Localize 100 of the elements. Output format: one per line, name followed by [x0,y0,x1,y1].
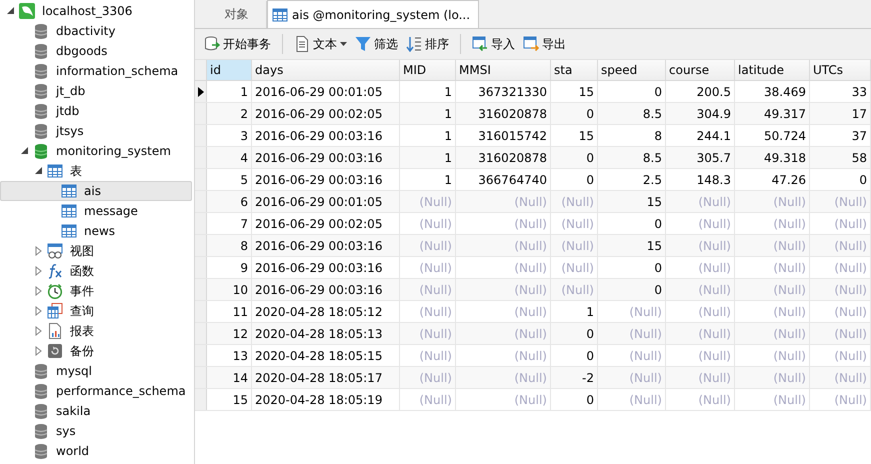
table-cell: 1 [400,125,456,146]
tree-item[interactable]: dbactivity [56,24,116,38]
table-cell: (Null) [810,301,871,322]
table-cell: (Null) [456,191,551,212]
table-cell: (Null) [810,257,871,278]
table-cell: 14 [207,367,252,388]
row-marker[interactable] [195,81,207,102]
table-cell: (Null) [456,389,551,410]
row-marker[interactable] [195,169,207,190]
row-marker[interactable] [195,257,207,278]
table-cell: (Null) [456,301,551,322]
table-cell: (Null) [551,213,598,234]
table-cell: (Null) [598,301,666,322]
table-cell: (Null) [666,257,735,278]
table-cell: 2.5 [598,169,666,190]
row-marker[interactable] [195,389,207,410]
import-button[interactable]: 导入 [469,34,518,54]
column-header[interactable]: id [207,60,252,80]
filter-icon [355,36,371,52]
tree-item[interactable]: dbgoods [56,44,108,58]
collapse-arrow-icon[interactable] [6,6,14,16]
export-button[interactable]: 导出 [520,34,569,54]
text-button[interactable]: 文本 [291,34,350,54]
expand-arrow-icon[interactable] [34,286,42,296]
column-header[interactable]: course [666,60,735,80]
table-cell: 1 [400,81,456,102]
tree-item[interactable]: ais [0,181,192,201]
row-marker[interactable] [195,125,207,146]
tree-item[interactable]: message [84,204,138,218]
expand-arrow-icon[interactable] [34,306,42,316]
table-import-icon [472,36,488,52]
tree-item[interactable]: 视图 [70,242,94,260]
table-cell: 8.5 [598,147,666,168]
clock-icon [47,283,63,299]
row-marker[interactable] [195,235,207,256]
expand-arrow-icon[interactable] [34,246,42,256]
column-header[interactable]: latitude [735,60,810,80]
tree-item-label: ais [84,184,101,198]
row-marker[interactable] [195,213,207,234]
tree-item[interactable]: jt_db [56,84,86,98]
row-marker[interactable] [195,301,207,322]
table-cell: 2016-06-29 00:02:05 [252,213,400,234]
tree-item[interactable]: 查询 [70,302,94,320]
table-cell: 38.469 [735,81,810,102]
table-cell: (Null) [598,323,666,344]
row-marker[interactable] [195,147,207,168]
table-cell: (Null) [810,191,871,212]
tree-item[interactable]: jtsys [56,124,84,138]
table-cell: 1 [207,81,252,102]
tree-item[interactable]: mysql [56,364,92,378]
expand-arrow-icon[interactable] [34,346,42,356]
column-header[interactable]: UTCs [810,60,871,80]
tree-item[interactable]: world [56,444,90,458]
tree-item[interactable]: information_schema [56,64,178,78]
tree-item[interactable]: jtdb [56,104,80,118]
row-marker[interactable] [195,323,207,344]
row-marker[interactable] [195,345,207,366]
tree-item[interactable]: sakila [56,404,91,418]
table-cell: 1 [551,301,598,322]
tree-item[interactable]: 报表 [70,322,94,340]
tree-item[interactable]: sys [56,424,76,438]
column-header[interactable]: sta [551,60,598,80]
row-marker[interactable] [195,367,207,388]
collapse-arrow-icon[interactable] [34,166,42,176]
filter-button[interactable]: 筛选 [352,34,401,54]
tree-item[interactable]: 事件 [70,282,94,300]
table-cell: 0 [598,257,666,278]
row-marker[interactable] [195,191,207,212]
tree-item[interactable]: 函数 [70,262,94,280]
report-icon [47,323,63,339]
table-cell: 2020-04-28 18:05:12 [252,301,400,322]
column-header[interactable]: MID [400,60,456,80]
transaction-button[interactable]: 开始事务 [201,34,274,54]
table-cell: -2 [551,367,598,388]
tree-item[interactable]: news [84,224,116,238]
row-marker[interactable] [195,103,207,124]
collapse-arrow-icon[interactable] [20,146,28,156]
tree-item[interactable]: localhost_3306 [42,4,132,18]
expand-arrow-icon[interactable] [34,266,42,276]
tree-item[interactable]: monitoring_system [56,144,171,158]
sort-button[interactable]: 排序 [403,34,452,54]
column-header[interactable]: MMSI [456,60,551,80]
table-cell: 10 [207,279,252,300]
column-header[interactable]: speed [598,60,666,80]
expand-arrow-icon[interactable] [34,326,42,336]
row-marker[interactable] [195,279,207,300]
column-header[interactable]: days [252,60,400,80]
backup-icon [47,343,63,359]
table-cell: 2016-06-29 00:01:05 [252,191,400,212]
tree-item[interactable]: performance_schema [56,384,186,398]
table-cell: 17 [810,103,871,124]
tree-item[interactable]: 表 [70,162,82,180]
tree-item[interactable]: 备份 [70,342,94,360]
tab[interactable]: ais @monitoring_system (lo... [267,0,480,28]
database-arrow-icon [204,36,220,52]
table-cell: 316020878 [456,103,551,124]
table-cell: 148.3 [666,169,735,190]
table-cell: (Null) [400,389,456,410]
table-cell: 4 [207,147,252,168]
table-cell: 366764740 [456,169,551,190]
